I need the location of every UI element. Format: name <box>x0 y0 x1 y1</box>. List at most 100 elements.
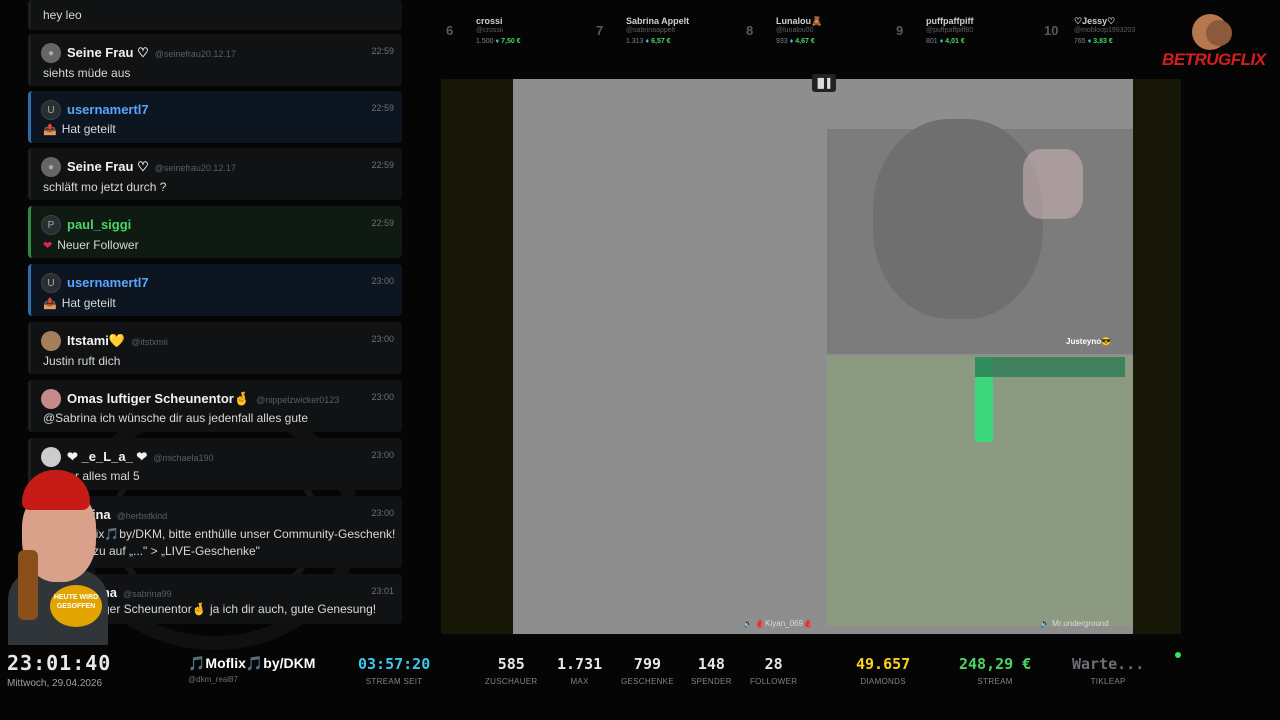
gifter-stats: 801 ♦ 4,01 € <box>926 38 965 45</box>
user-handle: @sabrina99 <box>123 589 172 599</box>
betrugflix-logo: BETRUGFLIX <box>1162 14 1266 76</box>
username[interactable]: paul_siggi <box>67 217 131 232</box>
message-text: ...ger Scheunentor🤞 ja ich dir auch, gut… <box>93 602 377 616</box>
mascot-icon <box>1206 20 1232 46</box>
message-text: ...lix🎵by/DKM, bitte enthülle unser Comm… <box>83 527 396 541</box>
gifter-name: puffpaffpiff <box>926 16 974 26</box>
gifter-name: Lunalou🧸 <box>776 16 823 26</box>
leaderboard-entry: 7 Sabrina Appelt @sabrinaappelt 1.313 ♦ 6,… <box>596 14 742 50</box>
chat-message-share: U usernamertl7 22:59 📤 Hat geteilt <box>28 91 402 143</box>
stat-tikleap: Warte... TIKLEAP <box>1072 655 1145 686</box>
share-icon: 📤 <box>43 298 57 310</box>
username[interactable]: usernamertl7 <box>67 275 149 290</box>
avatar[interactable]: U <box>41 100 61 120</box>
gifter-name: Sabrina Appelt <box>626 16 690 26</box>
gifter-handle: @mobloop1993203 <box>1074 27 1136 34</box>
chat-message: Itstami💛 @itstxmii 23:00 Justin ruft dich <box>28 322 402 374</box>
timestamp: 23:00 <box>371 508 394 518</box>
username[interactable]: ❤ _e_L_a_ ❤ @michaela190 <box>67 449 214 465</box>
stat-diamonds: 49.657 DIAMONDS <box>856 655 911 686</box>
gifter-name: ♡Jessy♡ <box>1074 16 1116 26</box>
gifter-stats: 1.500 ♦ 7,50 € <box>476 38 521 45</box>
avatar[interactable] <box>41 331 61 351</box>
timestamp: 23:00 <box>371 276 394 286</box>
stat-viewers: 585 ZUSCHAUER <box>485 655 538 686</box>
message-text: @Sabrina ich wünsche dir aus jedenfall a… <box>43 411 309 425</box>
username[interactable]: usernamertl7 <box>67 102 149 117</box>
timestamp: 22:59 <box>371 160 394 170</box>
user-handle: @itstxmii <box>131 337 168 347</box>
clock: 23:01:40 <box>7 651 112 675</box>
timestamp: 23:00 <box>371 334 394 344</box>
avatar[interactable]: P <box>41 215 61 235</box>
live-status-dot <box>1175 652 1181 658</box>
gifter-stats: 1.313 ♦ 6,57 € <box>626 38 671 45</box>
username[interactable]: Omas luftiger Scheunentor🤞 @nippelzwicker… <box>67 391 339 407</box>
user-handle: @seinefrau20.12.17 <box>154 49 236 59</box>
chat-message: Omas luftiger Scheunentor🤞 @nippelzwicker… <box>28 380 402 432</box>
timestamp: 22:59 <box>371 103 394 113</box>
message-text: Justin ruft dich <box>43 354 121 368</box>
stat-max: 1.731 MAX <box>557 655 603 686</box>
user-handle: @seinefrau20.12.17 <box>154 163 236 173</box>
avatar[interactable] <box>41 447 61 467</box>
rank: 7 <box>596 23 604 38</box>
leaderboard-entry: 6 crossi @crossii 1.500 ♦ 7,50 € <box>446 14 592 50</box>
timestamp: 23:00 <box>371 392 394 402</box>
diamond-icon: ♦ <box>939 38 944 45</box>
hand-silhouette <box>1023 149 1083 219</box>
rank: 6 <box>446 23 454 38</box>
share-icon: 📤 <box>43 124 57 136</box>
chat-message-follow: P paul_siggi 22:59 ❤ Neuer Follower <box>28 206 402 258</box>
chat-message: ● Seine Frau ♡ @seinefrau20.12.17 22:59 s… <box>28 34 402 86</box>
audio-meter-icon[interactable]: ▐▌▌ <box>812 74 836 92</box>
user-handle: @nippelzwicker0123 <box>256 395 340 405</box>
gifter-handle: @puffpaffpiff80 <box>926 27 974 34</box>
stream-overlay: hey leo ● Seine Frau ♡ @seinefrau20.12.17… <box>0 0 1280 720</box>
logo-text: BETRUGFLIX <box>1162 50 1266 69</box>
diamond-icon: ♦ <box>789 38 794 45</box>
red-cap <box>22 470 90 510</box>
message-text: ❤ Neuer Follower <box>43 238 139 252</box>
speaker-label: 🔈 🩸Kiyan_069🩸 <box>743 619 813 628</box>
gifter-handle: @crossii <box>476 27 503 34</box>
video-player[interactable] <box>513 79 1133 634</box>
stat-stream-time: 03:57:20 STREAM SEIT <box>358 655 431 686</box>
person-silhouette <box>873 119 1043 319</box>
username[interactable]: Itstami💛 @itstxmii <box>67 333 168 349</box>
date: Mittwoch, 29.04.2026 <box>7 678 103 689</box>
message-text: 📤 Hat geteilt <box>43 122 116 136</box>
rank: 9 <box>896 23 904 38</box>
gifter-stats: 765 ♦ 3,83 € <box>1074 38 1113 45</box>
diamond-icon: ♦ <box>1087 38 1092 45</box>
user-handle: @herbstkind <box>116 511 168 521</box>
neon-light <box>961 357 1131 442</box>
timestamp: 22:59 <box>371 46 394 56</box>
stat-followers: 28 FOLLOWER <box>750 655 798 686</box>
username[interactable]: Seine Frau ♡ @seinefrau20.12.17 <box>67 45 236 61</box>
stat-donors: 148 SPENDER <box>691 655 732 686</box>
username[interactable]: Seine Frau ♡ @seinefrau20.12.17 <box>67 159 236 175</box>
rank: 10 <box>1044 23 1059 38</box>
timestamp: 22:59 <box>371 218 394 228</box>
bottle-label: HEUTE WIRD GESOFFEN <box>50 585 102 627</box>
avatar[interactable]: ● <box>41 157 61 177</box>
message-text: hey leo <box>43 8 82 22</box>
gifter-stats: 933 ♦ 4,67 € <box>776 38 815 45</box>
rank: 8 <box>746 23 754 38</box>
diamond-icon: ♦ <box>495 38 500 45</box>
streamer-cutout: HEUTE WIRD GESOFFEN <box>0 470 110 645</box>
avatar[interactable]: ● <box>41 43 61 63</box>
leaderboard-entry: 9 puffpaffpiff @puffpaffpiff80 801 ♦ 4,01 … <box>896 14 1042 50</box>
stat-gifts: 799 GESCHENKE <box>621 655 674 686</box>
timestamp: 23:00 <box>371 450 394 460</box>
avatar[interactable] <box>41 389 61 409</box>
avatar[interactable]: U <box>41 273 61 293</box>
chat-message-share: U usernamertl7 23:00 📤 Hat geteilt <box>28 264 402 316</box>
message-text: schläft mo jetzt durch ? <box>43 180 167 194</box>
gifter-handle: @sabrinaappelt <box>626 27 676 34</box>
gifter-handle: @lunalou00 <box>776 27 814 34</box>
message-text: siehts müde aus <box>43 66 131 80</box>
leaderboard-entry: 8 Lunalou🧸 @lunalou00 933 ♦ 4,67 € <box>746 14 892 50</box>
message-text: 📤 Hat geteilt <box>43 296 116 310</box>
